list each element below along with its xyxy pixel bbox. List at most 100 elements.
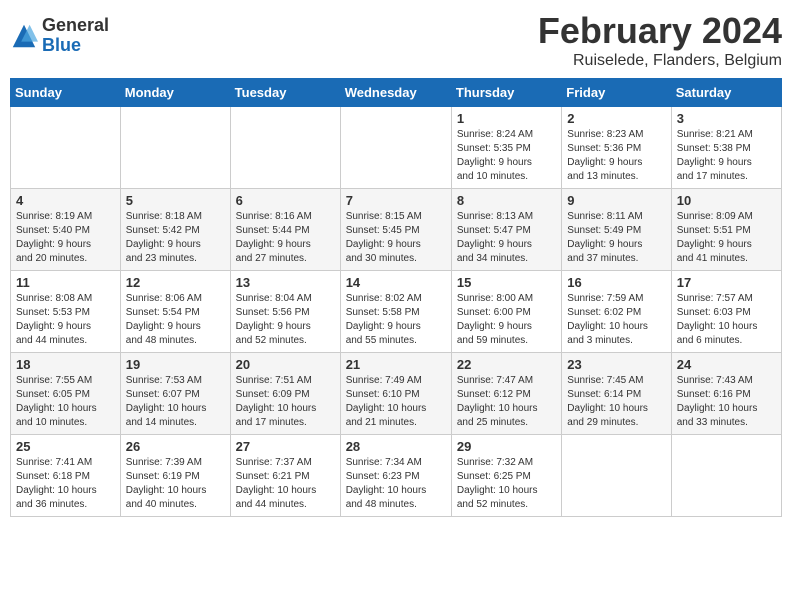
day-info: Sunrise: 8:16 AM Sunset: 5:44 PM Dayligh… bbox=[236, 210, 335, 266]
day-number: 12 bbox=[126, 275, 225, 290]
day-number: 8 bbox=[457, 193, 556, 208]
day-info: Sunrise: 8:09 AM Sunset: 5:51 PM Dayligh… bbox=[677, 210, 776, 266]
day-info: Sunrise: 8:02 AM Sunset: 5:58 PM Dayligh… bbox=[346, 292, 446, 348]
day-number: 4 bbox=[16, 193, 115, 208]
calendar-cell: 7 Sunrise: 8:15 AM Sunset: 5:45 PM Daylig… bbox=[340, 189, 451, 271]
day-number: 2 bbox=[567, 111, 665, 126]
calendar-cell: 4 Sunrise: 8:19 AM Sunset: 5:40 PM Daylig… bbox=[11, 189, 121, 271]
day-info: Sunrise: 7:34 AM Sunset: 6:23 PM Dayligh… bbox=[346, 456, 446, 512]
day-info: Sunrise: 8:11 AM Sunset: 5:49 PM Dayligh… bbox=[567, 210, 665, 266]
calendar-cell: 18 Sunrise: 7:55 AM Sunset: 6:05 PM Dayli… bbox=[11, 353, 121, 435]
day-info: Sunrise: 8:23 AM Sunset: 5:36 PM Dayligh… bbox=[567, 128, 665, 184]
weekday-header-sunday: Sunday bbox=[11, 79, 121, 107]
day-info: Sunrise: 7:41 AM Sunset: 6:18 PM Dayligh… bbox=[16, 456, 115, 512]
day-info: Sunrise: 7:51 AM Sunset: 6:09 PM Dayligh… bbox=[236, 374, 335, 430]
calendar-cell: 14 Sunrise: 8:02 AM Sunset: 5:58 PM Dayli… bbox=[340, 271, 451, 353]
logo-icon bbox=[10, 22, 38, 50]
calendar-cell: 19 Sunrise: 7:53 AM Sunset: 6:07 PM Dayli… bbox=[120, 353, 230, 435]
day-number: 9 bbox=[567, 193, 665, 208]
day-number: 3 bbox=[677, 111, 776, 126]
day-info: Sunrise: 7:57 AM Sunset: 6:03 PM Dayligh… bbox=[677, 292, 776, 348]
header: General Blue February 2024 Ruiselede, Fl… bbox=[10, 10, 782, 70]
calendar-cell: 12 Sunrise: 8:06 AM Sunset: 5:54 PM Dayli… bbox=[120, 271, 230, 353]
calendar-cell: 15 Sunrise: 8:00 AM Sunset: 6:00 PM Dayli… bbox=[451, 271, 561, 353]
day-info: Sunrise: 8:08 AM Sunset: 5:53 PM Dayligh… bbox=[16, 292, 115, 348]
day-info: Sunrise: 8:00 AM Sunset: 6:00 PM Dayligh… bbox=[457, 292, 556, 348]
calendar-cell bbox=[340, 107, 451, 189]
calendar-cell: 9 Sunrise: 8:11 AM Sunset: 5:49 PM Daylig… bbox=[562, 189, 671, 271]
day-info: Sunrise: 8:15 AM Sunset: 5:45 PM Dayligh… bbox=[346, 210, 446, 266]
day-number: 6 bbox=[236, 193, 335, 208]
calendar-cell bbox=[671, 435, 781, 517]
day-number: 15 bbox=[457, 275, 556, 290]
calendar-cell bbox=[230, 107, 340, 189]
calendar-cell bbox=[120, 107, 230, 189]
calendar-cell: 21Sunrise: 7:49 AM Sunset: 6:10 PM Dayli… bbox=[340, 353, 451, 435]
month-title: February 2024 bbox=[538, 10, 782, 52]
day-number: 19 bbox=[126, 357, 225, 372]
calendar-cell: 13 Sunrise: 8:04 AM Sunset: 5:56 PM Dayli… bbox=[230, 271, 340, 353]
calendar: SundayMondayTuesdayWednesdayThursdayFrid… bbox=[10, 78, 782, 517]
day-info: Sunrise: 7:55 AM Sunset: 6:05 PM Dayligh… bbox=[16, 374, 115, 430]
logo-blue-text: Blue bbox=[42, 36, 109, 56]
day-number: 11 bbox=[16, 275, 115, 290]
day-info: Sunrise: 7:59 AM Sunset: 6:02 PM Dayligh… bbox=[567, 292, 665, 348]
calendar-cell: 2 Sunrise: 8:23 AM Sunset: 5:36 PM Daylig… bbox=[562, 107, 671, 189]
calendar-week-4: 25 Sunrise: 7:41 AM Sunset: 6:18 PM Dayli… bbox=[11, 435, 782, 517]
day-info: Sunrise: 7:32 AM Sunset: 6:25 PM Dayligh… bbox=[457, 456, 556, 512]
calendar-week-1: 4 Sunrise: 8:19 AM Sunset: 5:40 PM Daylig… bbox=[11, 189, 782, 271]
day-info: Sunrise: 7:49 AM Sunset: 6:10 PM Dayligh… bbox=[346, 374, 446, 430]
day-number: 13 bbox=[236, 275, 335, 290]
calendar-cell: 26Sunrise: 7:39 AM Sunset: 6:19 PM Dayli… bbox=[120, 435, 230, 517]
calendar-week-2: 11 Sunrise: 8:08 AM Sunset: 5:53 PM Dayli… bbox=[11, 271, 782, 353]
day-number: 5 bbox=[126, 193, 225, 208]
weekday-header-friday: Friday bbox=[562, 79, 671, 107]
calendar-cell: 11 Sunrise: 8:08 AM Sunset: 5:53 PM Dayli… bbox=[11, 271, 121, 353]
calendar-cell: 10Sunrise: 8:09 AM Sunset: 5:51 PM Dayli… bbox=[671, 189, 781, 271]
calendar-cell bbox=[11, 107, 121, 189]
day-number: 18 bbox=[16, 357, 115, 372]
calendar-cell: 1 Sunrise: 8:24 AM Sunset: 5:35 PM Daylig… bbox=[451, 107, 561, 189]
day-info: Sunrise: 8:06 AM Sunset: 5:54 PM Dayligh… bbox=[126, 292, 225, 348]
day-number: 22 bbox=[457, 357, 556, 372]
calendar-week-3: 18 Sunrise: 7:55 AM Sunset: 6:05 PM Dayli… bbox=[11, 353, 782, 435]
day-info: Sunrise: 8:04 AM Sunset: 5:56 PM Dayligh… bbox=[236, 292, 335, 348]
day-info: Sunrise: 7:37 AM Sunset: 6:21 PM Dayligh… bbox=[236, 456, 335, 512]
location-title: Ruiselede, Flanders, Belgium bbox=[538, 52, 782, 70]
weekday-header-wednesday: Wednesday bbox=[340, 79, 451, 107]
day-number: 29 bbox=[457, 439, 556, 454]
calendar-cell: 29 Sunrise: 7:32 AM Sunset: 6:25 PM Dayli… bbox=[451, 435, 561, 517]
day-number: 1 bbox=[457, 111, 556, 126]
calendar-cell bbox=[562, 435, 671, 517]
day-info: Sunrise: 8:21 AM Sunset: 5:38 PM Dayligh… bbox=[677, 128, 776, 184]
day-number: 27 bbox=[236, 439, 335, 454]
calendar-cell: 8 Sunrise: 8:13 AM Sunset: 5:47 PM Daylig… bbox=[451, 189, 561, 271]
day-info: Sunrise: 7:53 AM Sunset: 6:07 PM Dayligh… bbox=[126, 374, 225, 430]
calendar-cell: 6 Sunrise: 8:16 AM Sunset: 5:44 PM Daylig… bbox=[230, 189, 340, 271]
day-info: Sunrise: 7:45 AM Sunset: 6:14 PM Dayligh… bbox=[567, 374, 665, 430]
logo: General Blue bbox=[10, 16, 109, 56]
weekday-header-tuesday: Tuesday bbox=[230, 79, 340, 107]
day-info: Sunrise: 8:24 AM Sunset: 5:35 PM Dayligh… bbox=[457, 128, 556, 184]
weekday-header-thursday: Thursday bbox=[451, 79, 561, 107]
day-number: 28 bbox=[346, 439, 446, 454]
weekday-header-monday: Monday bbox=[120, 79, 230, 107]
calendar-cell: 25 Sunrise: 7:41 AM Sunset: 6:18 PM Dayli… bbox=[11, 435, 121, 517]
weekday-header-row: SundayMondayTuesdayWednesdayThursdayFrid… bbox=[11, 79, 782, 107]
day-info: Sunrise: 7:39 AM Sunset: 6:19 PM Dayligh… bbox=[126, 456, 225, 512]
day-number: 7 bbox=[346, 193, 446, 208]
logo-general-text: General bbox=[42, 16, 109, 36]
calendar-cell: 23 Sunrise: 7:45 AM Sunset: 6:14 PM Dayli… bbox=[562, 353, 671, 435]
day-number: 23 bbox=[567, 357, 665, 372]
day-number: 16 bbox=[567, 275, 665, 290]
calendar-cell: 5Sunrise: 8:18 AM Sunset: 5:42 PM Daylig… bbox=[120, 189, 230, 271]
day-info: Sunrise: 7:47 AM Sunset: 6:12 PM Dayligh… bbox=[457, 374, 556, 430]
day-info: Sunrise: 8:13 AM Sunset: 5:47 PM Dayligh… bbox=[457, 210, 556, 266]
weekday-header-saturday: Saturday bbox=[671, 79, 781, 107]
day-info: Sunrise: 8:19 AM Sunset: 5:40 PM Dayligh… bbox=[16, 210, 115, 266]
calendar-cell: 28 Sunrise: 7:34 AM Sunset: 6:23 PM Dayli… bbox=[340, 435, 451, 517]
calendar-cell: 16 Sunrise: 7:59 AM Sunset: 6:02 PM Dayli… bbox=[562, 271, 671, 353]
day-number: 14 bbox=[346, 275, 446, 290]
day-number: 20 bbox=[236, 357, 335, 372]
day-number: 25 bbox=[16, 439, 115, 454]
